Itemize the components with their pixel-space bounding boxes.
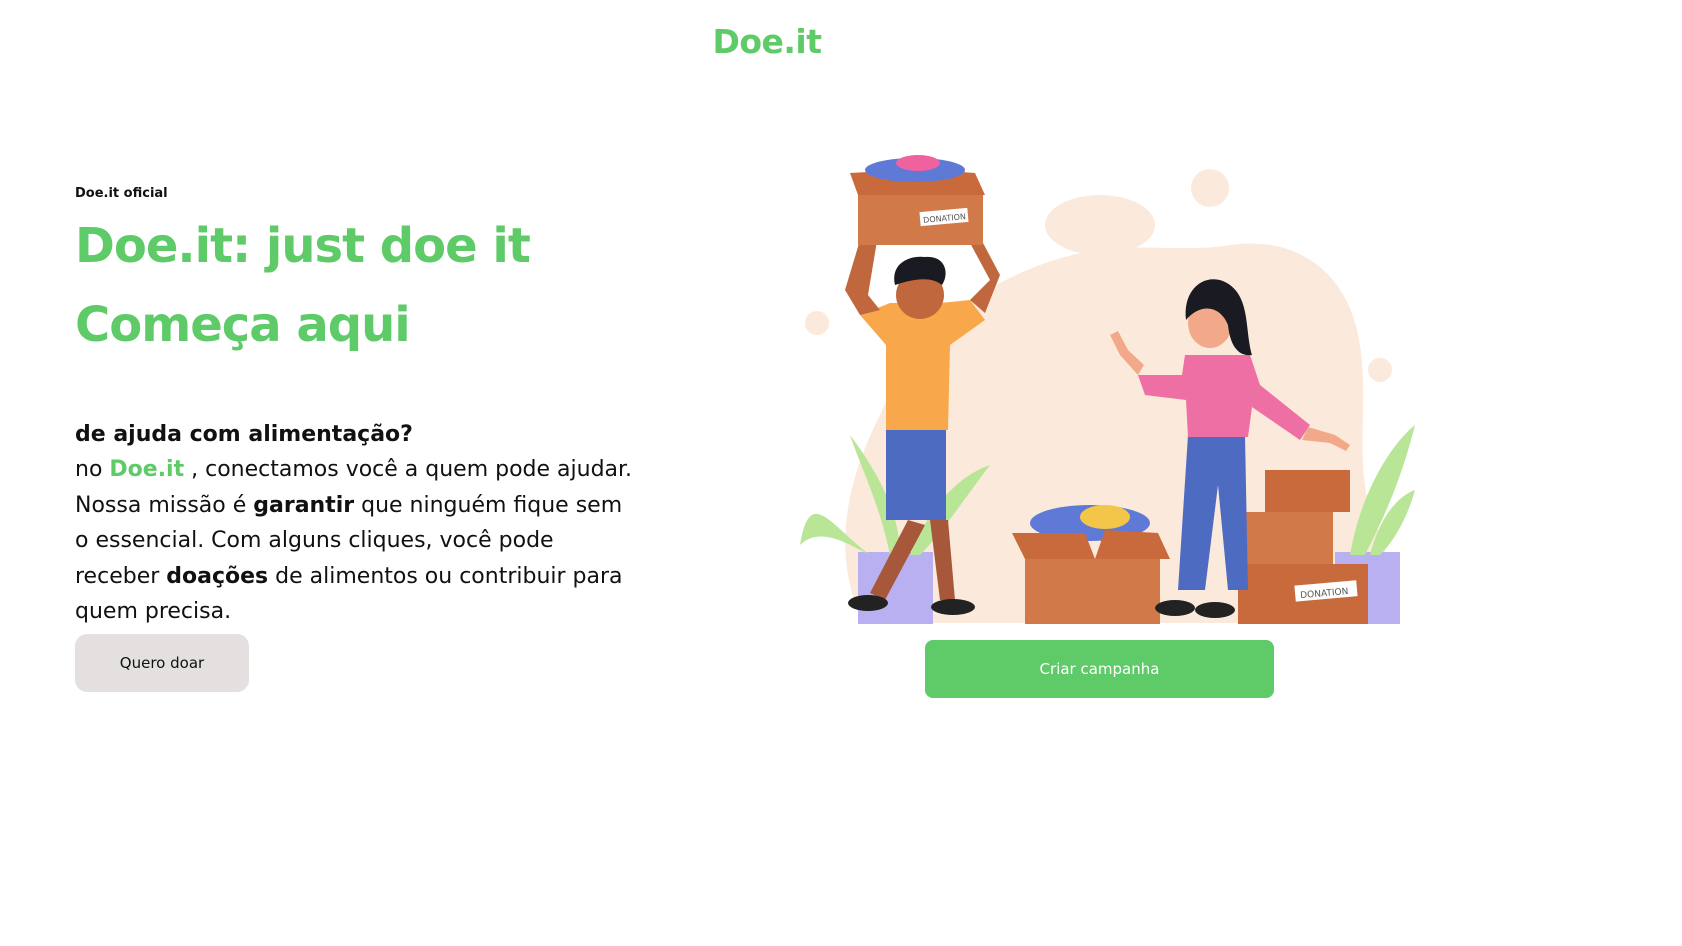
- brand-inline: Doe.it: [109, 457, 185, 482]
- page-title: Doe.it: just doe it Começa aqui: [75, 207, 635, 365]
- hero-text: Doe.it oficial Doe.it: just doe it Começ…: [75, 186, 635, 630]
- floor-box: [1025, 559, 1160, 624]
- eyebrow: Doe.it oficial: [75, 186, 168, 201]
- woman-shoe-1: [1155, 600, 1195, 616]
- create-campaign-button[interactable]: Criar campanha: [925, 640, 1274, 698]
- logo[interactable]: Doe.it: [0, 22, 1534, 61]
- body-bold-2: doações: [166, 563, 269, 589]
- box-stack-top: [1265, 470, 1350, 512]
- woman-shoe-2: [1195, 602, 1235, 618]
- blob-bubble-2: [805, 311, 829, 335]
- hero-description: no Doe.it , conectamos você a quem pode …: [75, 452, 635, 630]
- man-legs: [886, 425, 946, 520]
- blob-bubble-3: [1368, 358, 1392, 382]
- man-shoe-1: [848, 595, 888, 611]
- page: Doe.it Doe.it oficial Doe.it: just doe i…: [0, 0, 1682, 946]
- headline-line-2: Começa aqui: [75, 297, 411, 353]
- body-part-1: no: [75, 457, 110, 482]
- man-shoe-2: [931, 599, 975, 615]
- donation-illustration: DONATION DONATION: [800, 155, 1415, 624]
- blob-bubble-4: [1045, 195, 1155, 255]
- blob-bubble-1: [1191, 169, 1229, 207]
- carried-box-contents-2: [896, 155, 940, 171]
- intro-question: de ajuda com alimentação?: [75, 422, 413, 447]
- box-stack-mid: [1238, 512, 1333, 564]
- body-bold-1: garantir: [253, 492, 355, 518]
- headline-line-1: Doe.it: just doe it: [75, 218, 531, 274]
- floor-box-contents-2: [1080, 505, 1130, 529]
- donate-button[interactable]: Quero doar: [75, 634, 249, 692]
